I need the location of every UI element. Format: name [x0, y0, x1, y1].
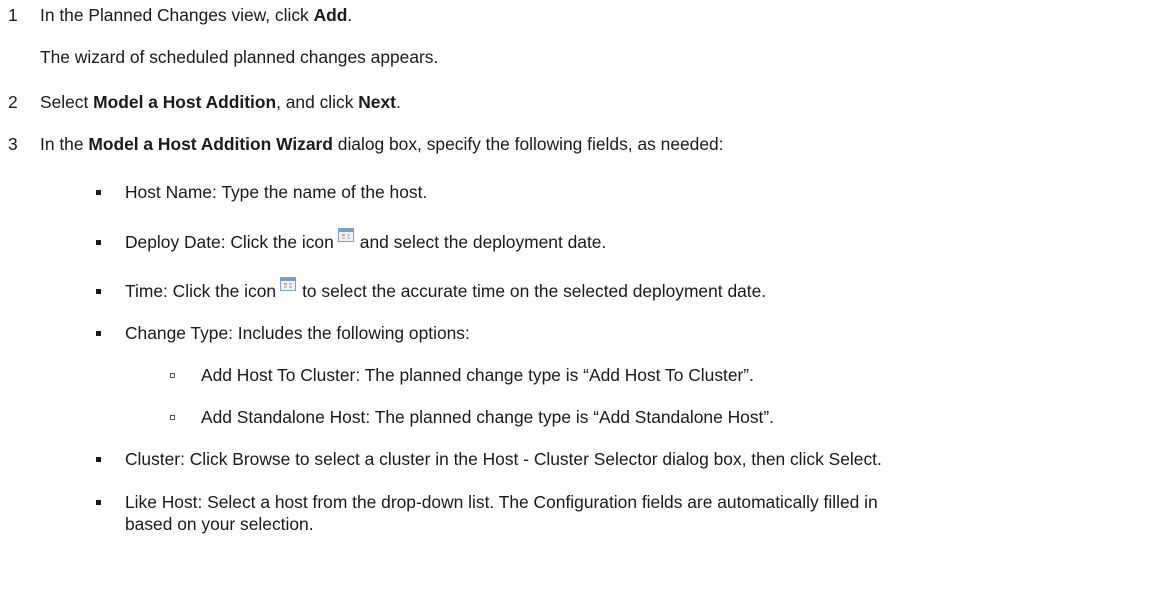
- step-number: 2: [8, 92, 18, 112]
- deploy-date-item: Deploy Date: Click the icon and select th…: [125, 228, 607, 253]
- step-number: 1: [8, 5, 18, 25]
- sub-bullet-marker: [170, 415, 175, 420]
- change-type-item: Change Type: Includes the following opti…: [125, 323, 470, 343]
- time-item: Time: Click the icon to select the accura…: [125, 277, 767, 302]
- sub-bullet-marker: [170, 373, 175, 378]
- time-post: to select the accurate time on the selec…: [302, 281, 767, 301]
- calendar-icon: [280, 277, 297, 291]
- step-2-text: Select Model a Host Addition, and click …: [40, 91, 401, 113]
- bullet-marker: [96, 240, 101, 245]
- add-term: Add: [313, 5, 348, 25]
- host-name-item: Host Name: Type the name of the host.: [125, 182, 428, 202]
- step-3-pre: In the: [40, 134, 89, 154]
- step-1-text: In the Planned Changes view, click Add.: [40, 4, 352, 26]
- bullet-marker: [96, 500, 101, 505]
- step-2-pre: Select: [40, 92, 94, 112]
- step-3-post: dialog box, specify the following fields…: [332, 134, 724, 154]
- deploy-date-post: and select the deployment date.: [359, 232, 607, 252]
- step-2-post: .: [395, 92, 401, 112]
- deploy-date-pre: Deploy Date: Click the icon: [125, 232, 334, 252]
- cluster-item: Cluster: Click Browse to select a cluste…: [125, 449, 882, 469]
- like-host-item-line1: Like Host: Select a host from the drop-d…: [125, 492, 878, 512]
- step-number: 3: [8, 134, 18, 154]
- like-host-item-line2: based on your selection.: [125, 514, 314, 534]
- model-host-addition-term: Model a Host Addition: [93, 92, 277, 112]
- bullet-marker: [96, 190, 101, 195]
- step-1-pre: In the Planned Changes view, click: [40, 5, 314, 25]
- step-1-post: .: [347, 5, 353, 25]
- bullet-marker: [96, 457, 101, 462]
- bullet-marker: [96, 331, 101, 336]
- time-pre: Time: Click the icon: [125, 281, 277, 301]
- step-3-text: In the Model a Host Addition Wizard dial…: [40, 133, 724, 155]
- bullet-marker: [96, 289, 101, 294]
- wizard-name-term: Model a Host Addition Wizard: [88, 134, 333, 154]
- next-term: Next: [358, 92, 396, 112]
- calendar-icon: [337, 228, 354, 242]
- option-add-standalone-host: Add Standalone Host: The planned change …: [201, 407, 774, 427]
- option-add-host-to-cluster: Add Host To Cluster: The planned change …: [201, 365, 754, 385]
- step-2-mid: , and click: [276, 92, 359, 112]
- step-1-note: The wizard of scheduled planned changes …: [40, 47, 439, 67]
